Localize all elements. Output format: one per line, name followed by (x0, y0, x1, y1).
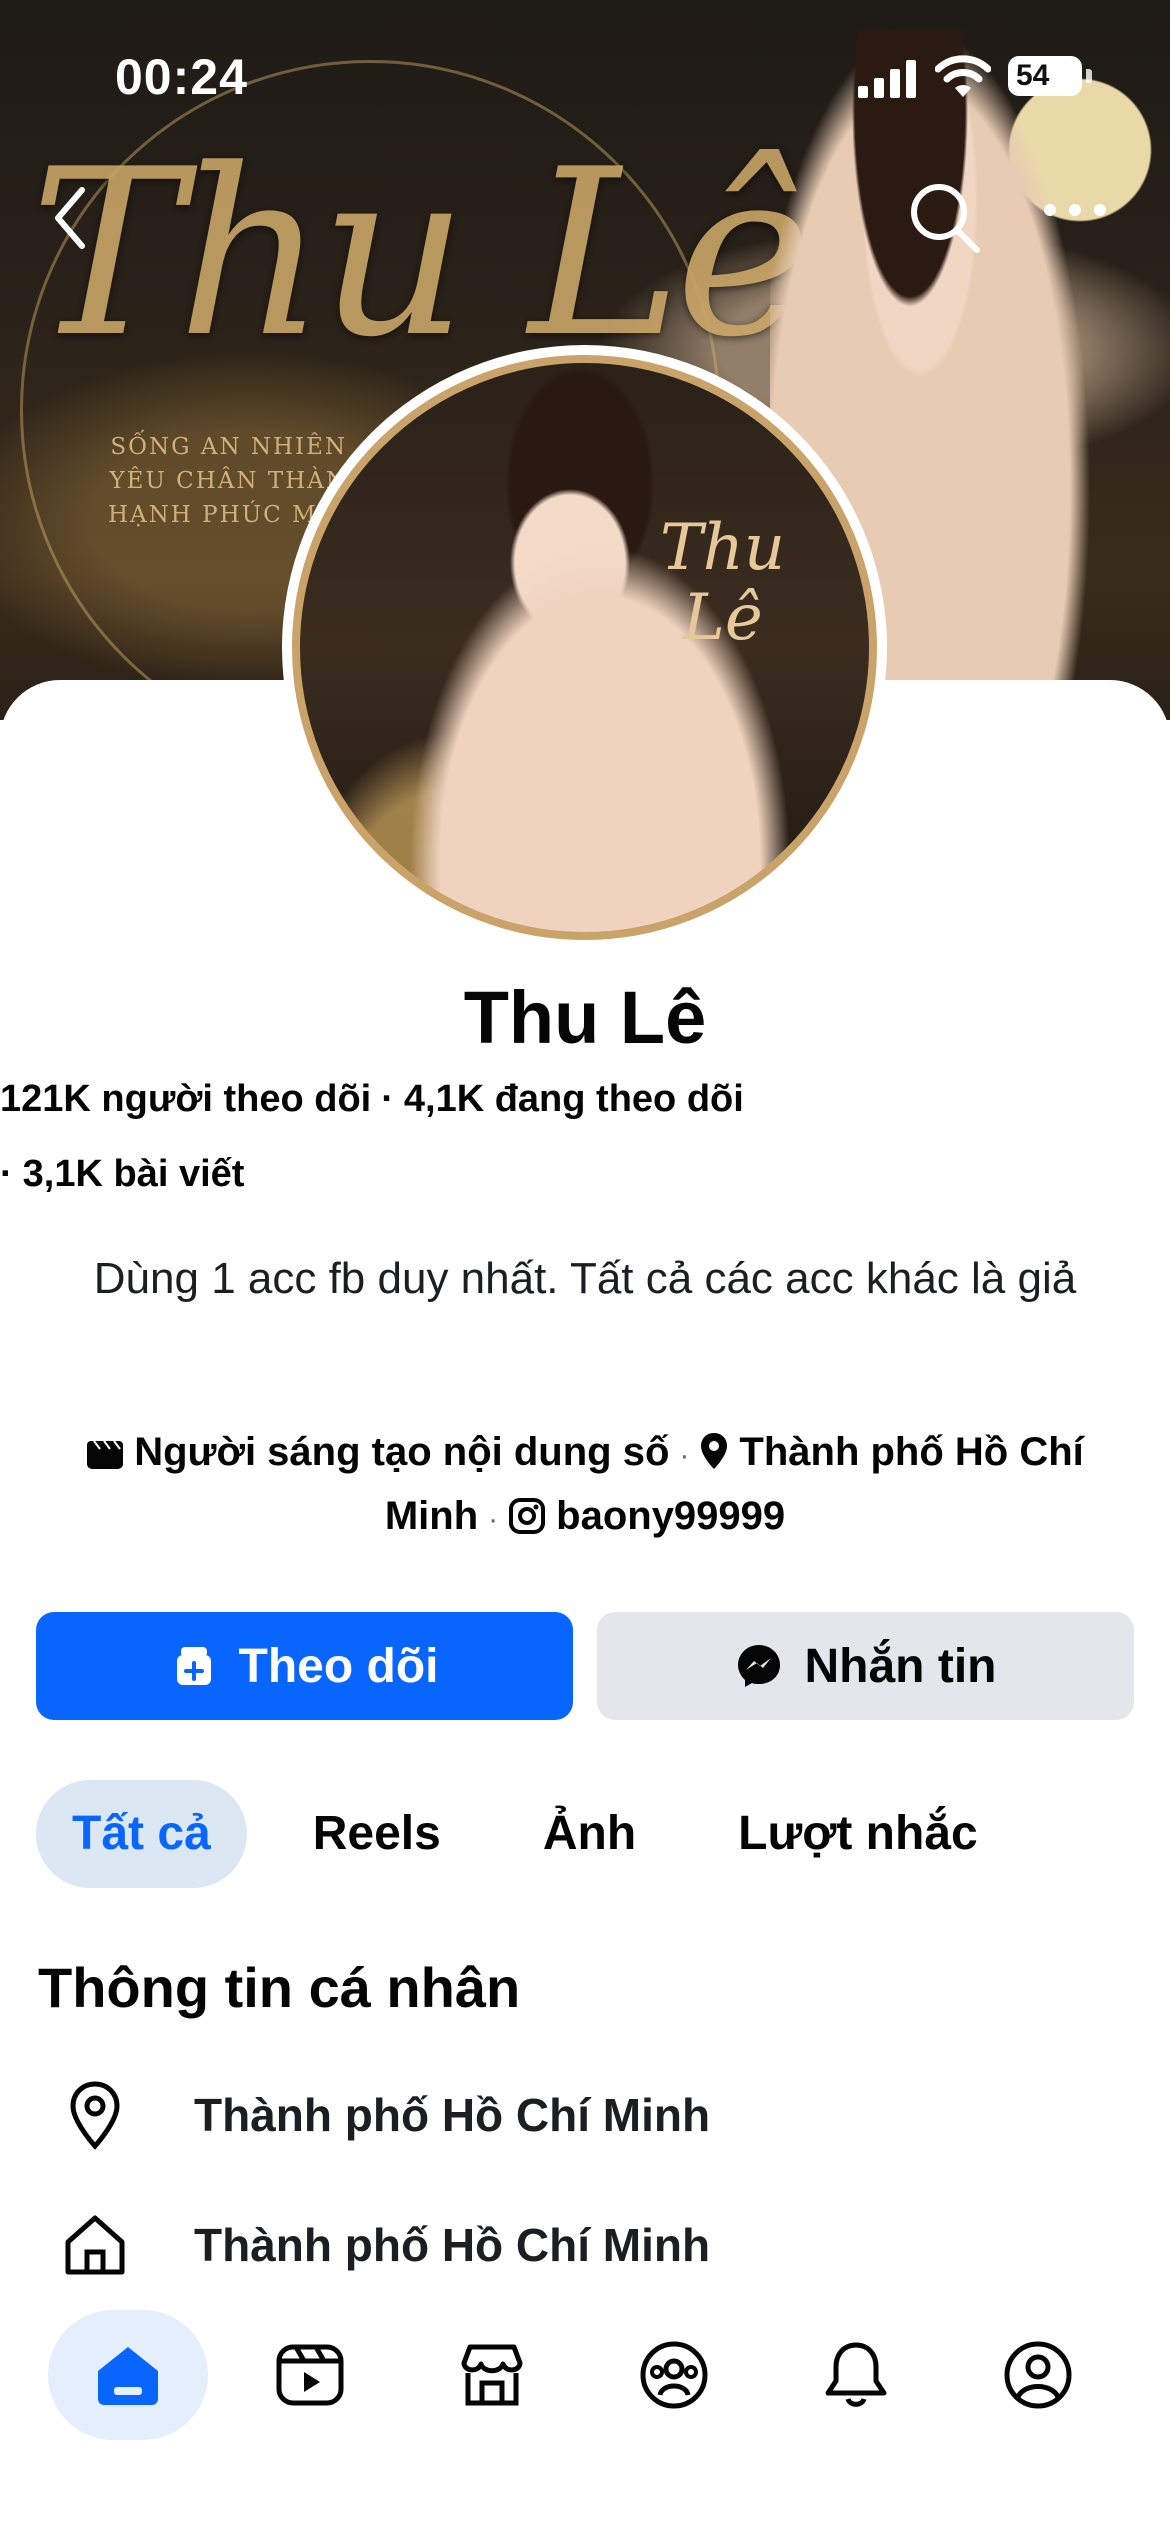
posts-count: 3,1K bài viết (22, 1153, 245, 1195)
home-icon (98, 2347, 158, 2405)
marketplace-icon (461, 2344, 523, 2406)
profile-details: Người sáng tạo nội dung số · Thành phố Hồ … (30, 1422, 1140, 1550)
creator-category: Người sáng tạo nội dung số (134, 1430, 670, 1474)
location-pin-icon (701, 1433, 728, 1469)
message-button[interactable]: Nhắn tin (597, 1612, 1134, 1720)
creator-category-icon (87, 1440, 124, 1469)
profile-stats-line-2: · 3,1K bài viết (0, 1153, 244, 1196)
cover-poem-line: YÊU CHÂN THÀN (109, 468, 348, 494)
nav-notifications[interactable] (776, 2310, 936, 2440)
tab-all[interactable]: Tất cả (36, 1780, 247, 1888)
profile-icon (1004, 2341, 1072, 2409)
follow-button[interactable]: Theo dõi (36, 1612, 573, 1720)
bottom-nav (0, 2300, 1170, 2532)
separator-dot: · (381, 1078, 394, 1120)
tab-photos[interactable]: Ảnh (507, 1780, 672, 1888)
video-icon (276, 2344, 344, 2406)
intro-item-text: Thành phố Hồ Chí Minh (194, 2089, 711, 2141)
status-time: 00:24 (115, 49, 248, 105)
tab-reels[interactable]: Reels (277, 1780, 477, 1888)
cover-script-title: Thu Lê (30, 121, 812, 388)
following-count[interactable]: 4,1K đang theo dõi (404, 1078, 744, 1120)
nav-groups[interactable] (594, 2310, 754, 2440)
follow-icon (176, 1647, 211, 1685)
intro-item: Thành phố Hồ Chí Minh (60, 2205, 1120, 2285)
follow-button-label: Theo dõi (238, 1639, 439, 1693)
status-bar: 00:24 54 (0, 0, 1170, 150)
profile-tabs: Tất cả Reels Ảnh Lượt nhắc (36, 1780, 1044, 1888)
nav-profile[interactable] (958, 2310, 1118, 2440)
wifi-icon (935, 55, 991, 97)
battery-indicator: 54 (1008, 56, 1092, 96)
profile-name: Thu Lê (463, 976, 707, 1059)
intro-title: Thông tin cá nhân (38, 1956, 521, 2019)
back-arrow-icon[interactable] (40, 178, 100, 258)
separator-dot: · (0, 1153, 13, 1195)
bell-icon (825, 2342, 887, 2407)
avatar-image: Thu Lê (292, 355, 877, 940)
signal-icon (858, 60, 916, 98)
location-pin-icon (70, 2081, 120, 2150)
nav-video[interactable] (230, 2310, 390, 2440)
intro-item: Thành phố Hồ Chí Minh (60, 2075, 1120, 2155)
separator-dot: · (679, 1439, 690, 1472)
messenger-icon (737, 1645, 780, 1687)
profile-bio: Dùng 1 acc fb duy nhất. Tất cả các acc k… (93, 1254, 1077, 1303)
cover-poem-line: SỐNG AN NHIÊN (110, 434, 348, 460)
nav-home[interactable] (48, 2310, 208, 2440)
avatar-signature: Thu Lê (660, 511, 786, 655)
profile-stats-line: 121K người theo dõi · 4,1K đang theo dõi (0, 1078, 744, 1121)
separator-dot: · (488, 1503, 499, 1536)
followers-count[interactable]: 121K người theo dõi (0, 1078, 371, 1120)
more-options-icon[interactable] (1040, 195, 1110, 225)
instagram-handle[interactable]: baony99999 (556, 1494, 785, 1538)
tab-mentions[interactable]: Lượt nhắc (702, 1780, 1014, 1888)
nav-marketplace[interactable] (412, 2310, 572, 2440)
intro-item-text: Thành phố Hồ Chí Minh (194, 2219, 711, 2271)
home-icon (65, 2215, 125, 2275)
profile-avatar[interactable]: Thu Lê (282, 345, 887, 950)
message-button-label: Nhắn tin (804, 1639, 997, 1693)
instagram-icon (509, 1498, 546, 1534)
search-icon[interactable] (905, 178, 985, 258)
groups-icon (640, 2341, 708, 2409)
